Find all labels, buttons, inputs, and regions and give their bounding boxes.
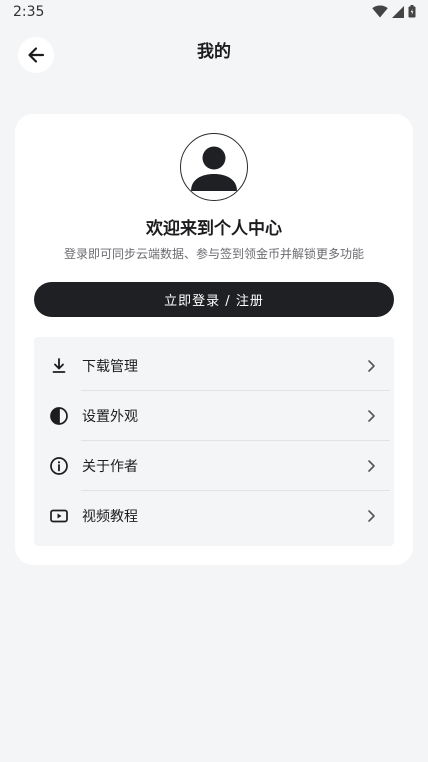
chevron-right-icon bbox=[368, 460, 375, 472]
header: 我的 bbox=[0, 24, 428, 84]
menu-item-download-manager[interactable]: 下载管理 bbox=[34, 341, 394, 391]
chevron-right-icon bbox=[368, 510, 375, 522]
info-icon bbox=[50, 457, 68, 475]
status-time: 2:35 bbox=[13, 4, 45, 20]
status-icons bbox=[372, 5, 416, 18]
chevron-right-icon bbox=[368, 360, 375, 372]
menu-item-video-tutorial[interactable]: 视频教程 bbox=[34, 491, 394, 541]
download-icon bbox=[52, 358, 66, 373]
profile-card: 欢迎来到个人中心 登录即可同步云端数据、参与签到领金币并解锁更多功能 立即登录 … bbox=[15, 114, 413, 565]
welcome-title: 欢迎来到个人中心 bbox=[146, 219, 282, 239]
appearance-icon bbox=[50, 407, 68, 425]
menu-list: 下载管理 设置外观 关于作者 视频教程 bbox=[34, 337, 394, 546]
video-icon bbox=[50, 509, 68, 523]
status-bar: 2:35 bbox=[0, 0, 428, 24]
menu-item-label: 视频教程 bbox=[82, 509, 138, 525]
page-title: 我的 bbox=[197, 42, 231, 62]
menu-item-label: 关于作者 bbox=[82, 459, 138, 475]
menu-item-appearance[interactable]: 设置外观 bbox=[34, 391, 394, 441]
avatar[interactable] bbox=[180, 133, 248, 201]
menu-item-about-author[interactable]: 关于作者 bbox=[34, 441, 394, 491]
battery-icon bbox=[408, 5, 416, 18]
chevron-right-icon bbox=[368, 410, 375, 422]
login-register-button[interactable]: 立即登录 / 注册 bbox=[34, 282, 394, 317]
menu-item-label: 下载管理 bbox=[82, 359, 138, 375]
user-avatar-icon bbox=[191, 146, 237, 191]
menu-item-label: 设置外观 bbox=[82, 409, 138, 425]
cellular-signal-icon bbox=[392, 5, 404, 18]
welcome-subtitle: 登录即可同步云端数据、参与签到领金币并解锁更多功能 bbox=[63, 247, 364, 261]
wifi-icon bbox=[372, 5, 388, 18]
